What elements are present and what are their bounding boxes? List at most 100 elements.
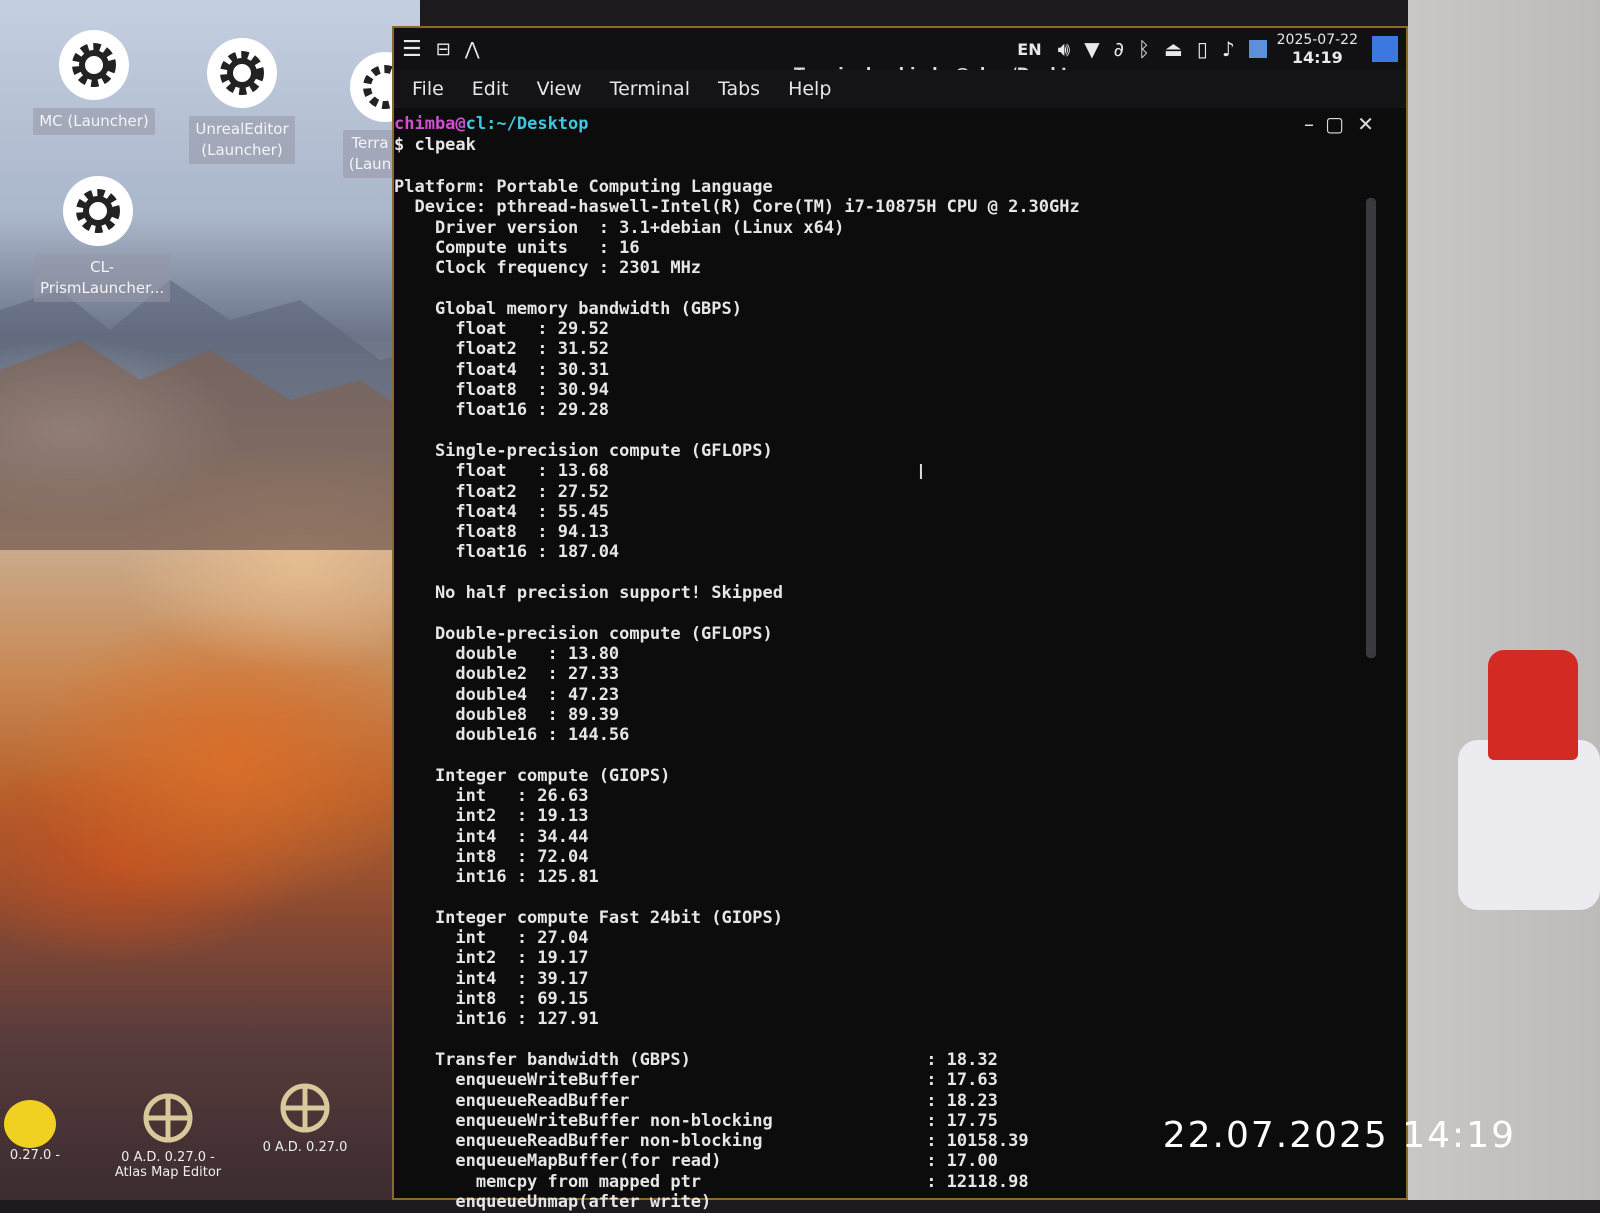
terminal-line: Integer compute (GIOPS) xyxy=(394,765,671,786)
terminal-line: No half precision support! Skipped xyxy=(394,583,783,603)
clock-date: 2025-07-22 xyxy=(1276,32,1358,48)
terminal-line: float16 : 187.04 xyxy=(394,542,620,563)
terminal-line: double8 : 89.39 xyxy=(394,704,620,725)
clock[interactable]: 2025-07-22 14:19 xyxy=(1277,31,1358,67)
desktop-wallpaper: MC (Launcher) UnrealEditor (Launcher) Te… xyxy=(0,0,420,1200)
desktop-icon-label: 0.27.0 - xyxy=(9,1148,61,1163)
command-line: $ clpeak xyxy=(394,135,476,155)
show-desktop-button[interactable] xyxy=(1372,36,1398,62)
terminal-line: int : 26.63 xyxy=(394,786,589,806)
gear-icon xyxy=(59,30,129,100)
terminal-line: int2 : 19.13 xyxy=(394,806,589,827)
desktop-icon-0ad[interactable]: 0 A.D. 0.27.0 xyxy=(250,1080,360,1155)
prompt-path: :~/Desktop xyxy=(486,114,589,134)
terminal-line: double16 : 144.56 xyxy=(394,725,630,746)
terminal-line: int16 : 125.81 xyxy=(394,867,599,888)
clock-time: 14:19 xyxy=(1291,48,1343,67)
prompt-user: chimba xyxy=(394,114,456,134)
terminal-output[interactable]: chimba@cl:~/Desktop $ clpeak Platform: P… xyxy=(394,114,1366,1212)
terminal-line: int2 : 19.17 xyxy=(394,948,589,969)
terminal-line: float16 : 29.28 xyxy=(394,400,609,421)
bell-icon[interactable]: ♪ xyxy=(1222,37,1235,61)
terminal-line: int8 : 69.15 xyxy=(394,989,589,1009)
terminal-line: float : 13.68 xyxy=(394,461,609,482)
terminal-line: enqueueWriteBuffer : 17.63 xyxy=(394,1070,998,1091)
terminal-line: float8 : 94.13 xyxy=(394,522,609,543)
desktop-icon-0ad-partial[interactable]: 0.27.0 - xyxy=(0,1100,70,1163)
desktop-icon-label: 0 A.D. 0.27.0 - Atlas Map Editor xyxy=(114,1150,222,1180)
desktop-icon-label: Terra (Laun xyxy=(342,130,398,178)
terminal-line: double2 : 27.33 xyxy=(394,664,620,685)
menu-icon[interactable]: ☰ xyxy=(402,37,422,62)
photo-timestamp: 22.07.2025 14:19 xyxy=(1162,1115,1516,1156)
desktop-icon-unrealeditor-launcher[interactable]: UnrealEditor (Launcher) xyxy=(178,38,306,164)
terminal-line: enqueueUnmap(after write) xyxy=(394,1192,712,1212)
terminal-line: int8 : 72.04 xyxy=(394,846,589,867)
desktop-icon-label: UnrealEditor (Launcher) xyxy=(189,116,295,164)
terminal-line: Compute units : 16 xyxy=(394,237,640,258)
terminal-line: Single-precision compute (GFLOPS) xyxy=(394,440,773,461)
battery-icon[interactable]: ▯ xyxy=(1197,37,1208,61)
workspace-icon[interactable] xyxy=(1248,40,1267,58)
desktop-icon-0ad-atlas-editor[interactable]: 0 A.D. 0.27.0 - Atlas Map Editor xyxy=(108,1090,228,1180)
0ad-icon xyxy=(4,1100,56,1148)
paperclip-icon[interactable]: ∂ xyxy=(1114,37,1124,61)
terminal-line: double4 : 47.23 xyxy=(394,684,620,705)
bottle xyxy=(1458,740,1600,910)
terminal-line: Double-precision compute (GFLOPS) xyxy=(394,623,773,644)
menubar: File Edit View Terminal Tabs Help xyxy=(394,70,1406,108)
volume-icon[interactable]: 🔊︎ xyxy=(1058,37,1071,61)
terminal-line: Platform: Portable Computing Language xyxy=(394,177,773,197)
keyboard-language[interactable]: EN xyxy=(1017,40,1041,59)
prompt-host: cl xyxy=(465,114,487,134)
crosshair-icon xyxy=(280,1083,330,1133)
eject-icon[interactable]: ⏏ xyxy=(1164,37,1183,61)
terminal-line: enqueueReadBuffer : 18.23 xyxy=(394,1090,998,1111)
terminal-line: float2 : 27.52 xyxy=(394,481,609,502)
prompt-line: chimba@cl:~/Desktop xyxy=(394,114,589,134)
terminal-line: enqueueWriteBuffer non-blocking : 17.75 xyxy=(394,1110,998,1131)
desktop-icon-mc-launcher[interactable]: MC (Launcher) xyxy=(30,30,158,135)
terminal-line: float4 : 30.31 xyxy=(394,359,609,380)
crosshair-icon xyxy=(143,1093,193,1143)
terminal-line: memcpy from mapped ptr : 12118.98 xyxy=(394,1171,1029,1192)
gear-icon xyxy=(63,176,133,246)
desktop-icon-label: 0 A.D. 0.27.0 xyxy=(262,1140,348,1155)
terminal-line: float : 29.52 xyxy=(394,319,609,340)
terminal-line: int4 : 34.44 xyxy=(394,826,589,847)
desktop-icon-terra-launcher[interactable]: Terra (Laun xyxy=(330,52,400,178)
terminal-line: Device: pthread-haswell-Intel(R) Core(TM… xyxy=(394,197,1080,218)
terminal-line: int16 : 127.91 xyxy=(394,1009,599,1030)
scrollbar[interactable] xyxy=(1366,198,1376,658)
menu-tabs[interactable]: Tabs xyxy=(718,78,760,100)
terminal-line: int4 : 39.17 xyxy=(394,968,589,989)
bottle-cap xyxy=(1488,650,1578,760)
background-wall xyxy=(1408,0,1600,1200)
terminal-line: Integer compute Fast 24bit (GIOPS) xyxy=(394,907,783,928)
menu-edit[interactable]: Edit xyxy=(472,78,509,100)
text-cursor-icon: I xyxy=(918,460,924,484)
terminal-line: int : 27.04 xyxy=(394,928,589,949)
chevron-up-icon[interactable]: ⋀ xyxy=(465,39,480,60)
desktop-icon-label: CL- PrismLauncher... xyxy=(34,254,171,302)
desktop-icon-cl-prismlauncher[interactable]: CL- PrismLauncher... xyxy=(34,176,171,302)
lock-icon[interactable]: ⊟ xyxy=(436,39,451,60)
terminal-line: Global memory bandwidth (GBPS) xyxy=(394,298,742,319)
terminal-line: Clock frequency : 2301 MHz xyxy=(394,258,702,279)
wifi-icon[interactable]: ▼ xyxy=(1084,37,1099,61)
menu-help[interactable]: Help xyxy=(788,78,831,100)
terminal-line: float2 : 31.52 xyxy=(394,339,609,360)
bluetooth-icon[interactable]: ᛒ xyxy=(1138,37,1150,61)
menu-file[interactable]: File xyxy=(412,78,444,100)
menu-terminal[interactable]: Terminal xyxy=(610,78,690,100)
terminal-line: Transfer bandwidth (GBPS) : 18.32 xyxy=(394,1049,998,1070)
desktop-icon-label: MC (Launcher) xyxy=(33,108,155,135)
terminal-line: Driver version : 3.1+debian (Linux x64) xyxy=(394,217,845,238)
terminal-line: enqueueMapBuffer(for read) : 17.00 xyxy=(394,1151,998,1172)
terminal-line: enqueueReadBuffer non-blocking : 10158.3… xyxy=(394,1131,1029,1152)
gear-icon xyxy=(207,38,277,108)
terminal-window[interactable]: ☰ ⊟ ⋀ EN 🔊︎ ▼ ∂ ᛒ ⏏ ▯ ♪ 2025-07-22 14:19… xyxy=(392,26,1408,1212)
terminal-line: float8 : 30.94 xyxy=(394,380,609,400)
menu-view[interactable]: View xyxy=(537,78,582,100)
terminal-line: double : 13.80 xyxy=(394,643,620,664)
